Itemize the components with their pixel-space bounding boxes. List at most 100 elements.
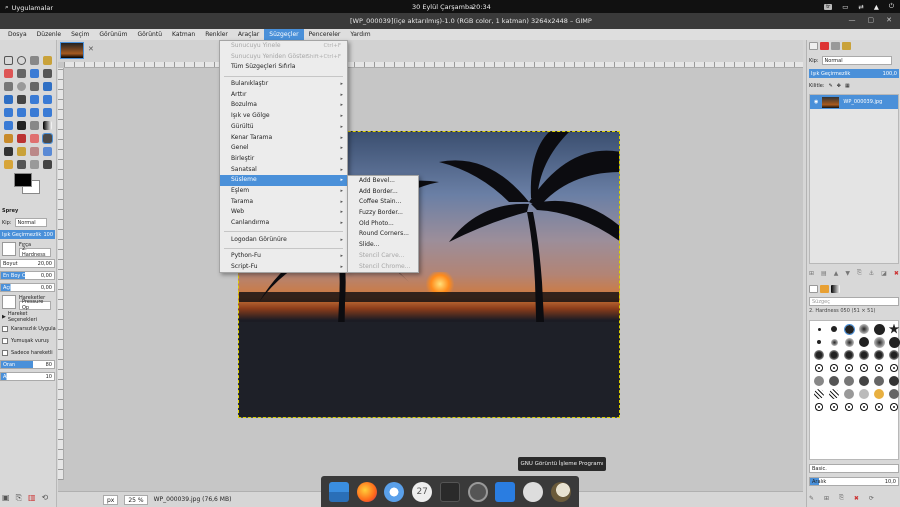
menu-view[interactable]: Görünüm: [94, 29, 132, 40]
select-by-color-icon[interactable]: [4, 69, 13, 78]
brush-item[interactable]: [829, 402, 839, 412]
brush-item[interactable]: [844, 402, 854, 412]
menu-item-combine[interactable]: Birleştir ▸: [220, 154, 347, 165]
menu-item-enhance[interactable]: Arttır ▸: [220, 90, 347, 101]
brush-item[interactable]: [814, 389, 824, 399]
menu-help[interactable]: Yardım: [345, 29, 375, 40]
warp-icon[interactable]: [4, 121, 13, 130]
free-select-icon[interactable]: [30, 56, 39, 65]
restore-options-icon[interactable]: ⎘: [16, 493, 22, 503]
rotate-icon[interactable]: [30, 95, 39, 104]
delete-brush-icon[interactable]: ✖: [854, 495, 859, 502]
menu-filters[interactable]: Süzgeçler: [264, 29, 304, 40]
measure-icon[interactable]: [30, 82, 39, 91]
brush-item[interactable]: [889, 376, 899, 386]
gimp-icon[interactable]: [551, 481, 571, 502]
menu-item-repeat[interactable]: Sunucuyu Yinele Ctrl+F: [220, 41, 347, 52]
aspect-slider[interactable]: En Boy Or. 0,00: [0, 271, 55, 280]
move-icon[interactable]: [43, 82, 52, 91]
menu-image[interactable]: Görüntü: [132, 29, 167, 40]
menu-colors[interactable]: Renkler: [200, 29, 233, 40]
new-brush-icon[interactable]: ⊞: [824, 495, 829, 502]
brush-item[interactable]: [859, 402, 869, 412]
brush-item[interactable]: [830, 338, 838, 346]
gegl-icon[interactable]: [43, 160, 52, 169]
brush-item[interactable]: [859, 363, 869, 373]
zoom-icon[interactable]: [17, 82, 26, 91]
firefox-icon[interactable]: [356, 481, 377, 502]
submenu-item-coffee-stain[interactable]: Coffee Stain...: [348, 197, 418, 208]
size-slider[interactable]: Boyut 20,00: [0, 259, 55, 268]
dynamics-preview[interactable]: [2, 295, 16, 309]
perspective-icon[interactable]: [17, 108, 26, 117]
submenu-item-old-photo[interactable]: Old Photo...: [348, 219, 418, 230]
menu-select[interactable]: Seçim: [66, 29, 94, 40]
brush-item[interactable]: [874, 376, 884, 386]
raise-layer-icon[interactable]: ▲: [834, 270, 839, 277]
menu-item-script-fu[interactable]: Script-Fu ▸: [220, 262, 347, 273]
menu-item-animation[interactable]: Canlandırma ▸: [220, 218, 347, 229]
brush-item[interactable]: [873, 336, 885, 348]
settings-icon[interactable]: [467, 481, 488, 502]
applications-menu[interactable]: ⌕ Uygulamalar: [5, 3, 53, 12]
menu-item-render[interactable]: Tarama ▸: [220, 197, 347, 208]
brush-item[interactable]: [844, 389, 854, 399]
brush-preset-select[interactable]: Basic.: [809, 464, 899, 473]
horizontal-ruler[interactable]: [64, 62, 803, 68]
blur-icon[interactable]: [43, 147, 52, 156]
clone-icon[interactable]: [17, 147, 26, 156]
lock-brush-checkbox[interactable]: Sadece hareketli: [0, 347, 57, 358]
duplicate-layer-icon[interactable]: ⎘: [857, 269, 862, 277]
rate-slider[interactable]: Oran 80: [0, 360, 55, 369]
brush-item[interactable]: [844, 363, 854, 373]
brush-item[interactable]: [888, 323, 900, 334]
menu-tools[interactable]: Araçlar: [233, 29, 264, 40]
brush-item[interactable]: [859, 389, 869, 399]
delete-layer-icon[interactable]: ✖: [894, 270, 899, 277]
files-icon[interactable]: [384, 481, 405, 502]
paths-tab-icon[interactable]: [831, 42, 840, 50]
mask-icon[interactable]: ◪: [881, 270, 887, 277]
unit-select[interactable]: px: [103, 494, 119, 505]
brush-item[interactable]: [829, 376, 839, 386]
brush-preview[interactable]: [2, 242, 16, 256]
submenu-item-round-corners[interactable]: Round Corners...: [348, 229, 418, 240]
zoom-select[interactable]: 25 %: [124, 494, 148, 505]
maximize-icon[interactable]: ▢: [868, 16, 875, 24]
brush-item[interactable]: [817, 327, 821, 331]
eraser-icon[interactable]: [30, 134, 39, 143]
color-picker-icon[interactable]: [4, 82, 13, 91]
shear-icon[interactable]: [4, 108, 13, 117]
new-layer-icon[interactable]: ⊞: [809, 270, 814, 277]
undo-tab-icon[interactable]: [842, 42, 851, 50]
brush-item[interactable]: [843, 323, 855, 335]
clock-date[interactable]: 30 Eylül Çarşamba: [412, 3, 473, 11]
menu-item-light-shadow[interactable]: Işık ve Gölge ▸: [220, 111, 347, 122]
brush-item[interactable]: [888, 336, 900, 348]
delete-options-icon[interactable]: ▥: [28, 493, 36, 503]
display-icon[interactable]: ▭: [842, 3, 848, 11]
scale-icon[interactable]: [43, 95, 52, 104]
menu-item-reset-all[interactable]: Tüm Süzgeçleri Sıfırla: [220, 62, 347, 73]
patterns-tab-icon[interactable]: [820, 285, 829, 293]
brush-item[interactable]: [889, 363, 899, 373]
ellipse-select-icon[interactable]: [17, 56, 26, 65]
menu-item-blur[interactable]: Bulanıklaştır ▸: [220, 79, 347, 90]
paintbrush-icon[interactable]: [17, 134, 26, 143]
dynamics-options-expander[interactable]: ▶ Hareket Seçenekleri: [0, 311, 57, 323]
menu-item-alpha-to-logo[interactable]: Logodan Görünüre ▸: [220, 235, 347, 246]
fuzzy-select-icon[interactable]: [43, 56, 52, 65]
dynamics-select[interactable]: Pressure Op: [19, 299, 51, 311]
menu-item-noise[interactable]: Gürültü ▸: [220, 122, 347, 133]
lock-position-icon[interactable]: ✥: [837, 83, 841, 89]
menu-item-python-fu[interactable]: Python-Fu ▸: [220, 251, 347, 262]
submenu-item-add-bevel[interactable]: Add Bevel...: [348, 176, 418, 187]
smooth-stroke-checkbox[interactable]: Yumuşak vuruş: [0, 335, 57, 346]
anchor-layer-icon[interactable]: ⚓: [869, 270, 874, 277]
brush-item[interactable]: [859, 350, 869, 360]
reset-options-icon[interactable]: ⟲: [42, 493, 49, 503]
lock-alpha-icon[interactable]: ▦: [845, 83, 850, 89]
mypaint-icon[interactable]: [30, 160, 39, 169]
brush-item[interactable]: [814, 376, 824, 386]
brush-item[interactable]: [874, 363, 884, 373]
